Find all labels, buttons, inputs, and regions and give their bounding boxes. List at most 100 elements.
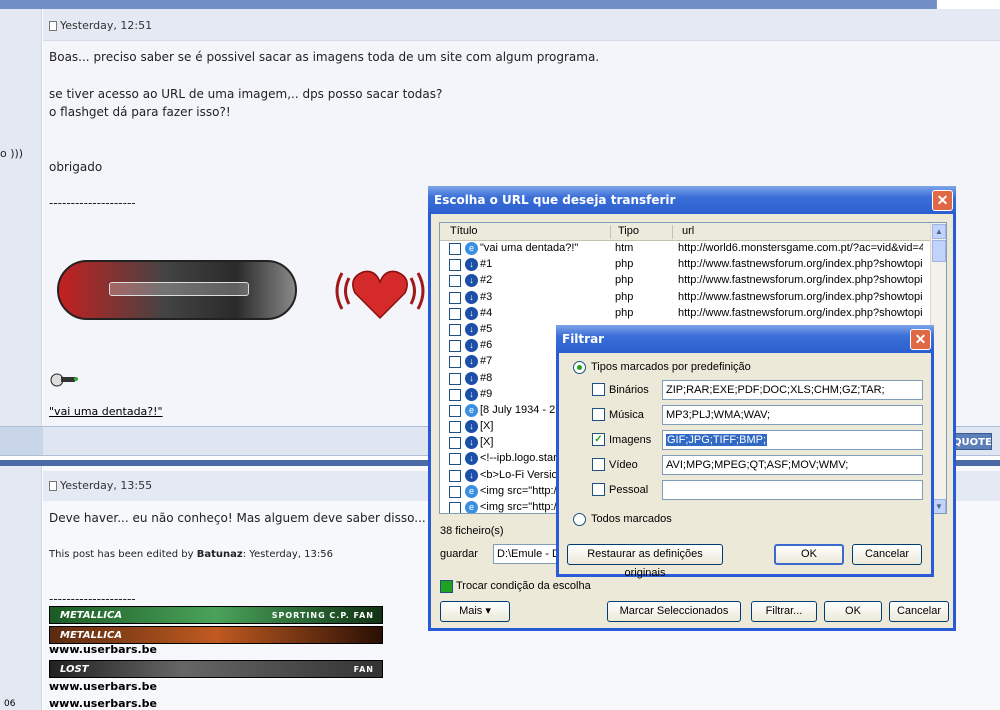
more-button-label: Mais <box>459 605 483 617</box>
userbar-2: LOST FAN <box>49 660 383 678</box>
row-checkbox[interactable] <box>449 259 461 272</box>
ie-icon: e <box>465 484 478 498</box>
row-checkbox[interactable] <box>449 453 461 466</box>
cancel-button[interactable]: Cancelar <box>889 601 949 622</box>
row-checkbox[interactable] <box>449 372 461 385</box>
row-checkbox[interactable] <box>449 469 461 482</box>
row-checkbox[interactable] <box>449 243 461 255</box>
category-extensions-field-1[interactable]: MP3;PLJ;WMA;WAV; <box>662 405 923 425</box>
column-title[interactable]: Título <box>450 225 478 237</box>
row-checkbox[interactable] <box>449 388 461 401</box>
post2-text: Deve haver... eu não conheço! Mas alguem… <box>49 511 426 525</box>
close-icon[interactable]: ✕ <box>910 329 931 350</box>
filter-dialog: Filtrar ✕ Tipos marcados por predefiniçã… <box>556 325 934 579</box>
url-row[interactable]: ↓ #4 php http://www.fastnewsforum.org/index… <box>440 306 946 322</box>
scroll-thumb[interactable] <box>932 240 946 262</box>
filter-dialog-title: Filtrar <box>562 332 605 346</box>
userbar-2-title: LOST <box>60 664 89 675</box>
post1-line: obrigado <box>49 159 103 174</box>
row-checkbox[interactable] <box>449 323 461 336</box>
edited-suffix: : Yesterday, 13:56 <box>242 549 333 560</box>
row-checkbox[interactable] <box>449 421 461 434</box>
category-extensions-field-3[interactable]: AVI;MPG;MPEG;QT;ASF;MOV;WMV; <box>662 455 923 475</box>
close-icon[interactable]: ✕ <box>932 190 953 211</box>
category-extensions-field-0[interactable]: ZIP;RAR;EXE;PDF;DOC;XLS;CHM;GZ;TAR; <box>662 380 923 400</box>
row-url: http://www.fastnewsforum.org/index.php?s… <box>678 306 923 319</box>
row-checkbox[interactable] <box>449 291 461 304</box>
row-checkbox[interactable] <box>449 502 461 513</box>
row-title: #2 <box>480 274 493 287</box>
download-icon: ↓ <box>465 387 478 401</box>
userbar-2-banner: LOST FAN <box>49 660 383 678</box>
post2-divider: -------------------- <box>49 592 136 606</box>
download-icon: ↓ <box>465 468 478 482</box>
post1-line <box>49 67 599 85</box>
post1-link[interactable]: "vai uma dentada?!" <box>49 405 163 418</box>
category-extensions-text: MP3;PLJ;WMA;WAV; <box>666 409 771 421</box>
restore-defaults-button[interactable]: Restaurar as definições originais <box>567 544 723 579</box>
category-checkbox-4[interactable] <box>592 483 605 496</box>
edited-prefix: This post has been edited by <box>49 549 197 560</box>
userbar-1: METALLICA SPORTING C.P. FAN METALLICA <box>49 606 383 644</box>
row-checkbox[interactable] <box>449 485 461 498</box>
post1-timestamp: Yesterday, 12:51 <box>49 19 152 32</box>
url-row[interactable]: ↓ #1 php http://www.fastnewsforum.org/index… <box>440 257 946 273</box>
post2-edited-note: This post has been edited by Batunaz: Ye… <box>49 549 333 560</box>
category-checkbox-0[interactable] <box>592 383 605 396</box>
post1-line <box>49 140 599 158</box>
heart-logo-svg <box>335 270 425 320</box>
filter-button[interactable]: Filtrar... <box>751 601 817 622</box>
column-type[interactable]: Tipo <box>618 225 639 237</box>
more-button[interactable]: Mais ▾ <box>440 601 510 622</box>
filter-cancel-button[interactable]: Cancelar <box>852 544 922 565</box>
post2-author-column <box>0 466 42 710</box>
toggle-selection-checkbox[interactable] <box>440 580 453 593</box>
category-extensions-field-4[interactable] <box>662 480 923 500</box>
scroll-up-icon[interactable]: ▲ <box>932 224 946 239</box>
mark-selected-button[interactable]: Marcar Seleccionados <box>607 601 741 622</box>
url-row[interactable]: ↓ #3 php http://www.fastnewsforum.org/index… <box>440 290 946 306</box>
post1-author-column <box>0 9 42 433</box>
download-icon: ↓ <box>465 290 478 304</box>
category-checkbox-1[interactable] <box>592 408 605 421</box>
post1-header: Yesterday, 12:51 <box>43 9 1000 41</box>
row-checkbox[interactable] <box>449 356 461 369</box>
filter-ok-button[interactable]: OK <box>774 544 844 565</box>
post1-left-fragment: o ))) <box>0 147 24 160</box>
download-icon: ↓ <box>465 355 478 369</box>
row-checkbox[interactable] <box>449 437 461 450</box>
userbar-2-caption: www.userbars.be <box>49 680 158 693</box>
radio-predefined[interactable] <box>573 361 586 374</box>
category-checkbox-2[interactable]: ✓ <box>592 433 605 446</box>
row-checkbox[interactable] <box>449 307 461 320</box>
toggle-selection-label: Trocar condição da escolha <box>456 580 591 592</box>
forum-top-strip <box>0 0 1000 9</box>
radio-all[interactable] <box>573 513 586 526</box>
category-extensions-field-2[interactable]: GIF;JPG;TIFF;BMP; <box>662 430 923 450</box>
row-checkbox[interactable] <box>449 275 461 288</box>
url-row[interactable]: ↓ #2 php http://www.fastnewsforum.org/index… <box>440 273 946 289</box>
category-label-3: Vídeo <box>609 459 638 471</box>
row-url: http://www.fastnewsforum.org/index.php?s… <box>678 258 923 271</box>
quote-button[interactable]: QUOTE <box>952 433 992 450</box>
row-checkbox[interactable] <box>449 340 461 353</box>
category-extensions-text: GIF;JPG;TIFF;BMP; <box>666 434 767 446</box>
radio-all-label: Todos marcados <box>591 513 672 525</box>
column-url[interactable]: url <box>682 225 694 237</box>
ok-button[interactable]: OK <box>824 601 882 622</box>
post2-timestamp-text: Yesterday, 13:55 <box>60 479 153 492</box>
download-icon: ↓ <box>465 436 478 450</box>
row-type: php <box>615 274 634 287</box>
ie-icon: e <box>465 242 478 255</box>
category-extensions-text: AVI;MPG;MPEG;QT;ASF;MOV;WMV; <box>666 459 849 471</box>
document-icon <box>49 480 57 491</box>
url-row[interactable]: e "vai uma dentada?!" htm http://world6.mon… <box>440 241 946 257</box>
skateboard-logo <box>109 282 249 296</box>
document-icon <box>49 20 57 31</box>
post1-timestamp-text: Yesterday, 12:51 <box>60 19 153 32</box>
row-title: #3 <box>480 290 493 303</box>
row-checkbox[interactable] <box>449 404 461 417</box>
category-checkbox-3[interactable] <box>592 458 605 471</box>
download-icon: ↓ <box>465 258 478 272</box>
scroll-down-icon[interactable]: ▼ <box>932 499 946 513</box>
